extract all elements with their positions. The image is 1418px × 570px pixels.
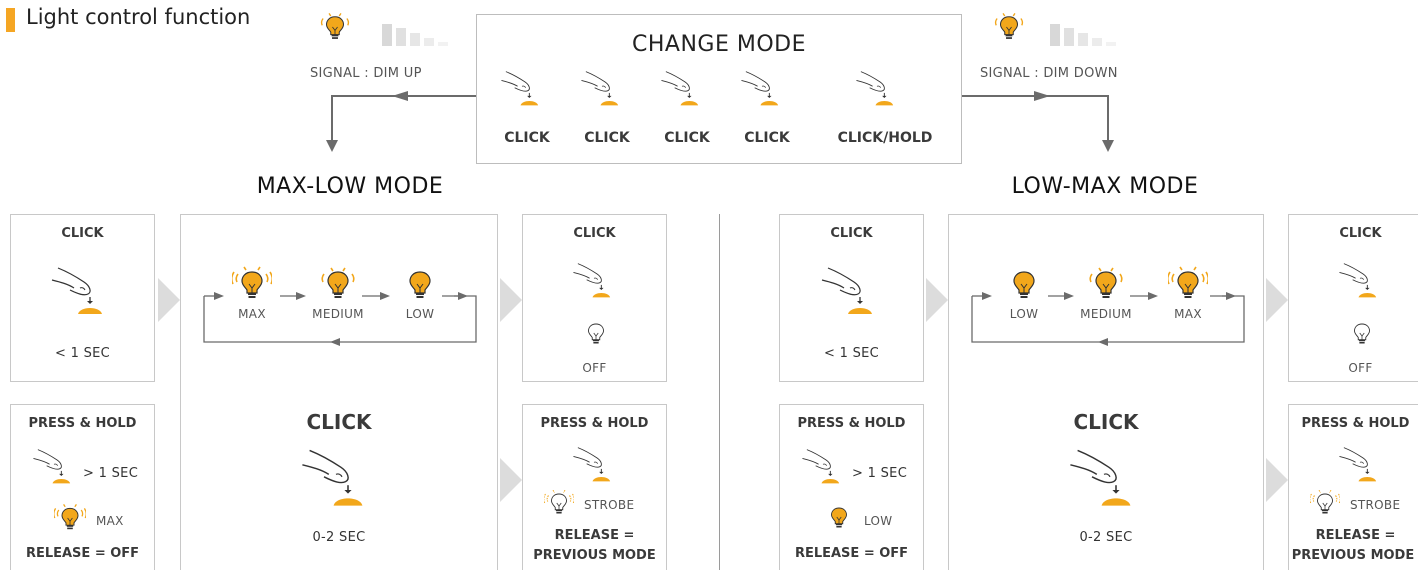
- low-max-low-bulb-icon: [1004, 264, 1044, 304]
- low-max-strobe-press-icon: [1338, 446, 1382, 483]
- low-max-medium-bulb-icon: [1086, 264, 1126, 304]
- low-max-level-max: MAX: [1174, 307, 1202, 321]
- low-max-level-low: LOW: [1009, 307, 1039, 321]
- low-max-strobe-release-1: RELEASE =: [1315, 528, 1396, 543]
- low-max-cycle-click: CLICK: [1073, 410, 1139, 434]
- low-max-cycle-press-icon: [1068, 448, 1140, 508]
- low-max-strobe-bulb-icon: [1310, 488, 1340, 518]
- low-max-max-bulb-icon: [1168, 264, 1208, 304]
- low-max-strobe-release-2: PREVIOUS MODE: [1291, 548, 1415, 563]
- low-max-off-state: OFF: [1348, 361, 1373, 375]
- low-max-chevron-3: [1266, 450, 1288, 510]
- low-max-off-press-icon: [1338, 262, 1382, 299]
- low-max-cycle-duration: 0-2 SEC: [1079, 530, 1133, 545]
- low-max-off-bulb-icon: [1347, 318, 1377, 348]
- low-max-level-medium: MEDIUM: [1080, 307, 1132, 321]
- low-max-chevron-2: [1266, 270, 1288, 330]
- low-max-strobe-title: PRESS & HOLD: [1301, 416, 1410, 431]
- low-max-strobe-state: STROBE: [1350, 498, 1401, 512]
- low-max-off-title: CLICK: [1339, 226, 1382, 241]
